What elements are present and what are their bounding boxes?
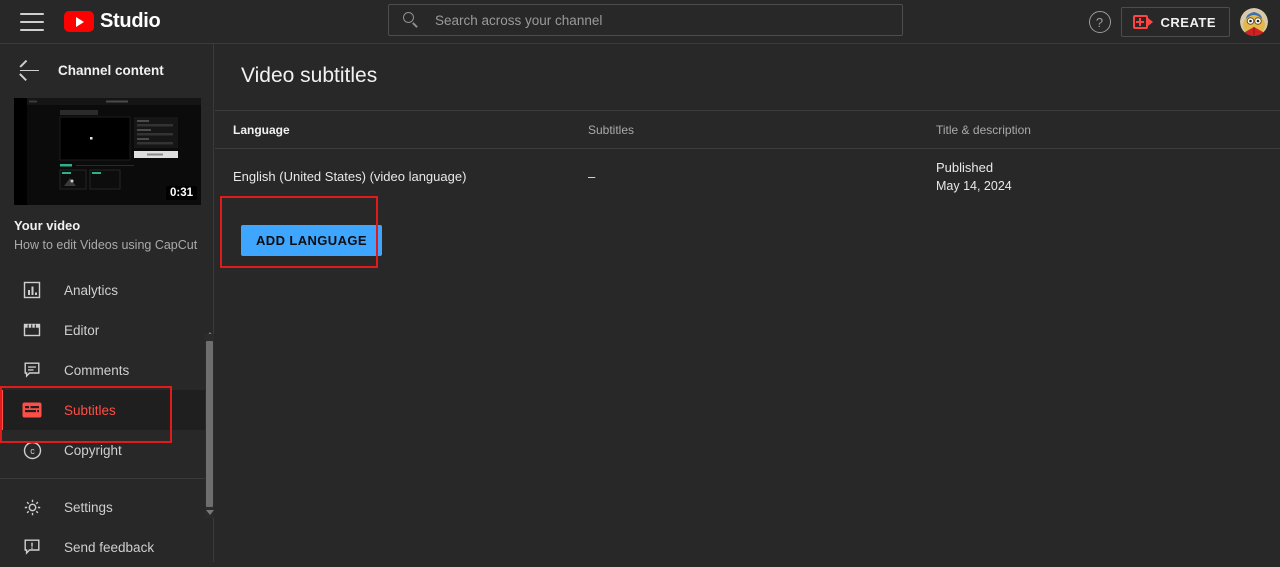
hamburger-line: [20, 28, 44, 31]
youtube-logo-icon: [64, 11, 94, 32]
page-title: Video subtitles: [241, 64, 378, 87]
column-header-title-description: Title & description: [936, 122, 1031, 137]
status-badge: Published: [936, 159, 994, 175]
hamburger-menu-icon[interactable]: [20, 12, 44, 31]
bar-chart-icon: [20, 278, 44, 302]
sidebar-item-label: Settings: [64, 499, 113, 515]
video-camera-plus-icon: [1132, 15, 1153, 29]
svg-text:c: c: [30, 446, 35, 456]
sidebar: Channel content 0:31 Your video How to e…: [0, 44, 214, 562]
sidebar-divider: [0, 478, 213, 479]
subtitles-table: Language Subtitles Title & description E…: [215, 110, 1280, 203]
video-duration-badge: 0:31: [165, 186, 197, 200]
gear-icon: [20, 495, 44, 519]
video-label: Your video: [14, 218, 81, 233]
video-title: How to edit Videos using CapCut: [14, 238, 198, 252]
copyright-icon: c: [20, 438, 44, 462]
cell-subtitles: –: [588, 168, 596, 184]
create-button-label: CREATE: [1160, 14, 1216, 30]
clapperboard-icon: [20, 318, 44, 342]
cell-language: English (United States) (video language): [233, 168, 467, 184]
search-input[interactable]: [435, 12, 902, 28]
search-bar[interactable]: [388, 4, 903, 36]
brand-label: Studio: [100, 10, 161, 32]
sidebar-item-comments[interactable]: Comments: [0, 350, 213, 390]
sidebar-item-label: Comments: [64, 362, 130, 378]
create-button[interactable]: CREATE: [1120, 7, 1230, 37]
sidebar-item-settings[interactable]: Settings: [0, 487, 213, 527]
studio-brand-logo[interactable]: Studio: [64, 10, 161, 33]
top-header-bar: Studio ? CREATE: [0, 0, 1280, 44]
hamburger-line: [20, 20, 44, 23]
hamburger-line: [20, 12, 44, 15]
sidebar-item-label: Editor: [64, 322, 100, 338]
sidebar-item-label: Analytics: [64, 282, 119, 298]
scrollbar-down-arrow[interactable]: [206, 510, 214, 515]
channel-content-back[interactable]: Channel content: [0, 44, 213, 96]
search-icon: [403, 12, 419, 28]
sidebar-item-label: Copyright: [64, 442, 122, 458]
help-question-icon[interactable]: ?: [1088, 11, 1111, 33]
sidebar-nav: Analytics Editor Comments Subtitles c Co…: [0, 270, 213, 567]
cell-title-description: Published May 14, 2024: [936, 160, 1280, 193]
column-header-language: Language: [233, 122, 290, 137]
sidebar-item-label: Send feedback: [64, 539, 155, 555]
header-actions: ? CREATE: [1088, 0, 1268, 44]
sidebar-item-label: Subtitles: [64, 402, 116, 418]
add-language-button[interactable]: ADD LANGUAGE: [241, 225, 382, 256]
add-language-zone: ADD LANGUAGE: [215, 203, 1280, 256]
sidebar-item-subtitles[interactable]: Subtitles: [0, 390, 213, 430]
video-meta: Your video How to edit Videos using CapC…: [14, 218, 213, 252]
publish-date: May 14, 2024: [936, 178, 1012, 193]
sidebar-item-copyright[interactable]: c Copyright: [0, 430, 213, 470]
avatar[interactable]: [1240, 8, 1268, 36]
table-row[interactable]: English (United States) (video language)…: [215, 149, 1280, 203]
column-header-subtitles: Subtitles: [588, 122, 635, 137]
play-triangle-icon: [76, 16, 84, 27]
video-thumbnail[interactable]: 0:31: [14, 98, 201, 205]
subtitles-icon: [20, 398, 44, 422]
sidebar-item-send-feedback[interactable]: Send feedback: [0, 527, 213, 567]
channel-content-title: Channel content: [58, 62, 164, 78]
feedback-icon: [20, 535, 44, 559]
back-arrow-icon: [19, 59, 40, 81]
comment-icon: [20, 358, 44, 382]
main-content: Video subtitles Language Subtitles Title…: [215, 44, 1280, 562]
table-header-row: Language Subtitles Title & description: [215, 111, 1280, 149]
sidebar-item-analytics[interactable]: Analytics: [0, 270, 213, 310]
sidebar-scrollbar-thumb[interactable]: [206, 341, 213, 507]
sidebar-item-editor[interactable]: Editor: [0, 310, 213, 350]
